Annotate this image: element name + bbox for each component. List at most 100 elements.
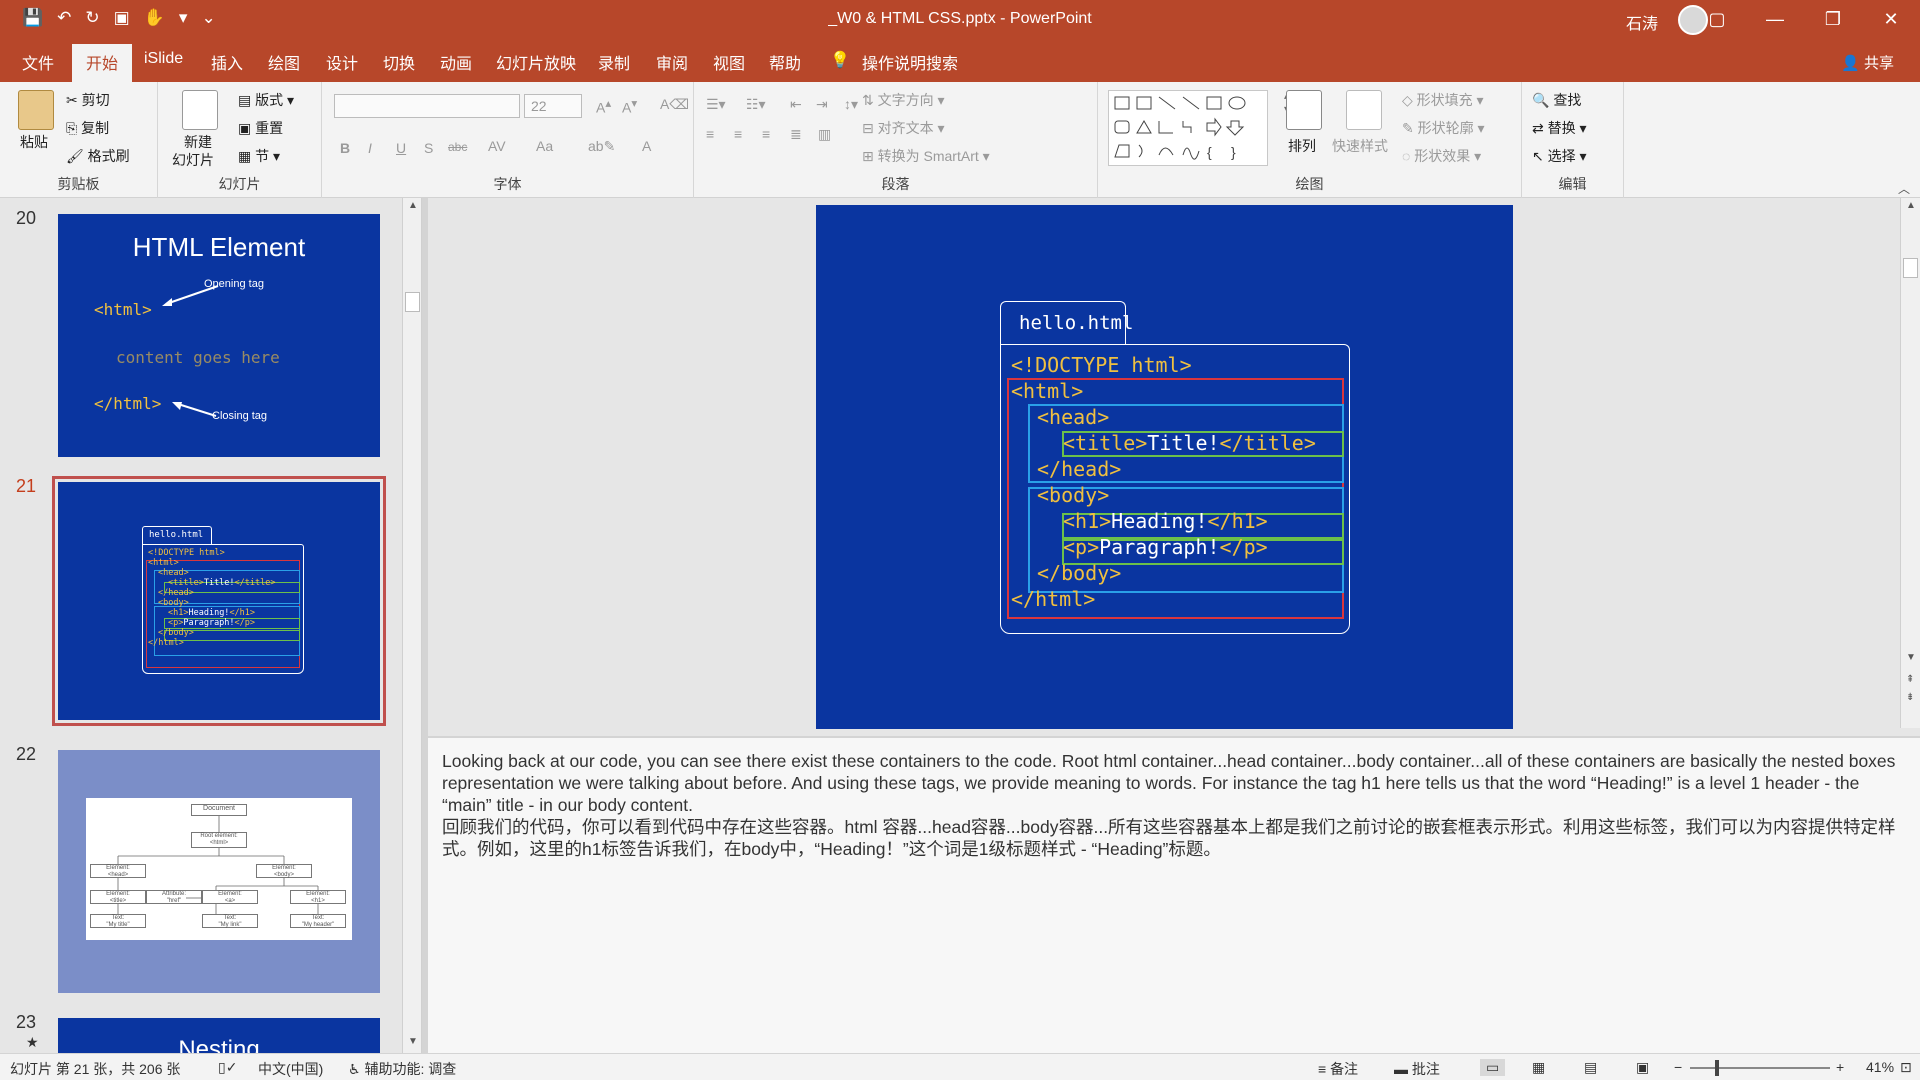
- scroll-thumb[interactable]: [1903, 258, 1918, 278]
- reading-view-icon[interactable]: ▤: [1584, 1059, 1597, 1076]
- notes-pane[interactable]: Looking back at our code, you can see th…: [428, 736, 1920, 1053]
- slide-thumbnail-22[interactable]: Document Root element: <html> Element: <he…: [58, 750, 380, 993]
- columns-icon[interactable]: ▥: [818, 126, 831, 143]
- bullets-icon[interactable]: ☰▾: [706, 96, 726, 113]
- next-slide-icon[interactable]: ⇟: [1906, 692, 1914, 703]
- find-button[interactable]: 🔍 查找: [1532, 90, 1581, 110]
- spelling-icon[interactable]: ▯✓: [218, 1059, 237, 1076]
- tab-review[interactable]: 审阅: [656, 50, 688, 74]
- tab-draw[interactable]: 绘图: [268, 50, 300, 74]
- thumbnail-scrollbar[interactable]: ▲ ▼: [402, 198, 422, 1053]
- align-right-icon[interactable]: ≡: [762, 126, 770, 142]
- align-text-button[interactable]: ⊟ 对齐文本 ▾: [862, 118, 945, 138]
- notes-button[interactable]: ≡ 备注: [1318, 1059, 1358, 1079]
- tab-islide[interactable]: iSlide: [144, 50, 183, 68]
- new-slide-button[interactable]: 新建: [184, 132, 212, 152]
- select-button[interactable]: ↖ 选择 ▾: [1532, 146, 1587, 166]
- tab-view[interactable]: 视图: [713, 50, 745, 74]
- previous-slide-icon[interactable]: ⇞: [1906, 674, 1914, 685]
- scroll-thumb[interactable]: [405, 292, 420, 312]
- arrange-icon[interactable]: [1286, 90, 1322, 130]
- paste-icon[interactable]: [18, 90, 54, 130]
- slide-thumbnail-21[interactable]: hello.html <!DOCTYPE html> <html> <head> <t…: [52, 476, 386, 726]
- tab-slideshow[interactable]: 幻灯片放映: [496, 50, 576, 74]
- zoom-slider-thumb[interactable]: [1715, 1060, 1719, 1076]
- strikethrough-button[interactable]: abc: [448, 140, 467, 154]
- section-button[interactable]: ▦ 节 ▾: [238, 146, 280, 166]
- tab-insert[interactable]: 插入: [211, 50, 243, 74]
- zoom-out-icon[interactable]: −: [1674, 1059, 1682, 1075]
- tab-animations[interactable]: 动画: [440, 50, 472, 74]
- main-slide[interactable]: hello.html <!DOCTYPE html> <html> <head> <t…: [816, 205, 1513, 729]
- user-name[interactable]: 石涛: [1626, 10, 1658, 34]
- new-slide-icon[interactable]: [182, 90, 218, 130]
- text-direction-button[interactable]: ⇅ 文字方向 ▾: [862, 90, 945, 110]
- share-button[interactable]: 👤 共享: [1841, 52, 1894, 73]
- scroll-up-icon[interactable]: ▲: [408, 200, 418, 211]
- tab-transitions[interactable]: 切换: [383, 50, 415, 74]
- quick-styles-icon[interactable]: [1346, 90, 1382, 130]
- underline-button[interactable]: U: [396, 140, 406, 156]
- align-center-icon[interactable]: ≡: [734, 126, 742, 142]
- lightbulb-icon[interactable]: 💡: [830, 50, 850, 70]
- zoom-slider[interactable]: [1690, 1067, 1830, 1069]
- slide-thumbnail-20[interactable]: HTML Element <html> Opening tag content …: [58, 214, 380, 457]
- font-size-box[interactable]: 22: [524, 94, 582, 118]
- normal-view-icon[interactable]: ▭: [1480, 1059, 1506, 1076]
- replace-button[interactable]: ⇄ 替换 ▾: [1532, 118, 1587, 138]
- close-button[interactable]: ✕: [1862, 0, 1920, 40]
- slide-sorter-icon[interactable]: ▦: [1532, 1059, 1545, 1076]
- change-case-button[interactable]: Aa: [536, 138, 553, 154]
- layout-button[interactable]: ▤ 版式 ▾: [238, 90, 294, 110]
- shrink-font-icon[interactable]: A▾: [622, 96, 637, 116]
- copy-button[interactable]: ⎘ 复制: [66, 118, 109, 138]
- language-indicator[interactable]: 中文(中国): [258, 1059, 323, 1079]
- decrease-indent-icon[interactable]: ⇤: [790, 96, 802, 113]
- tab-file[interactable]: 文件: [22, 50, 54, 74]
- shape-fill-button[interactable]: ◇ 形状填充 ▾: [1402, 90, 1484, 110]
- char-spacing-button[interactable]: AV: [488, 138, 506, 154]
- format-painter-button[interactable]: 🖌 格式刷: [66, 146, 130, 166]
- scroll-down-icon[interactable]: ▼: [408, 1036, 418, 1047]
- tab-record[interactable]: 录制: [598, 50, 630, 74]
- shadow-button[interactable]: S: [424, 140, 433, 156]
- scroll-up-icon[interactable]: ▲: [1906, 200, 1916, 211]
- increase-indent-icon[interactable]: ⇥: [816, 96, 828, 113]
- justify-icon[interactable]: ≣: [790, 126, 802, 143]
- line-spacing-icon[interactable]: ↕▾: [844, 96, 858, 113]
- tab-design[interactable]: 设计: [326, 50, 358, 74]
- scroll-down-icon[interactable]: ▼: [1906, 652, 1916, 663]
- shape-outline-button[interactable]: ✎ 形状轮廓 ▾: [1402, 118, 1485, 138]
- shape-effects-button[interactable]: ◌ 形状效果 ▾: [1402, 146, 1481, 166]
- smartart-button[interactable]: ⊞ 转换为 SmartArt ▾: [862, 146, 990, 166]
- slide-scrollbar[interactable]: ▲ ▼ ⇞ ⇟: [1900, 198, 1920, 728]
- font-family-box[interactable]: [334, 94, 520, 118]
- zoom-level[interactable]: 41%: [1866, 1059, 1894, 1075]
- tell-me-search[interactable]: 操作说明搜索: [862, 50, 958, 74]
- comments-button[interactable]: ▬ 批注: [1394, 1059, 1440, 1079]
- ribbon-display-icon[interactable]: ▢: [1688, 0, 1746, 40]
- zoom-in-icon[interactable]: +: [1836, 1059, 1844, 1075]
- accessibility-button[interactable]: ♿ 辅助功能: 调查: [348, 1059, 456, 1079]
- collapse-ribbon-icon[interactable]: ︿: [1898, 180, 1910, 197]
- grow-font-icon[interactable]: A▴: [596, 96, 611, 116]
- paste-button[interactable]: 粘贴: [20, 132, 48, 152]
- quick-styles-button[interactable]: 快速样式: [1332, 136, 1388, 156]
- reset-button[interactable]: ▣ 重置: [238, 118, 283, 138]
- align-left-icon[interactable]: ≡: [706, 126, 714, 142]
- italic-button[interactable]: I: [368, 140, 372, 156]
- numbering-icon[interactable]: ☷▾: [746, 96, 766, 113]
- notes-english[interactable]: Looking back at our code, you can see th…: [442, 750, 1906, 816]
- tab-home[interactable]: 开始: [72, 44, 133, 84]
- slide-thumbnail-23[interactable]: Nesting: [58, 1018, 380, 1053]
- restore-button[interactable]: ❐: [1804, 0, 1862, 40]
- bold-button[interactable]: B: [340, 140, 350, 156]
- new-slide-button-2[interactable]: 幻灯片: [172, 150, 214, 170]
- arrange-button[interactable]: 排列: [1288, 136, 1316, 156]
- font-color-button[interactable]: A: [642, 138, 651, 154]
- notes-chinese[interactable]: 回顾我们的代码，你可以看到代码中存在这些容器。html 容器...head容器.…: [442, 816, 1906, 860]
- tab-help[interactable]: 帮助: [769, 50, 801, 74]
- slideshow-icon[interactable]: ▣: [1636, 1059, 1649, 1076]
- clear-format-icon[interactable]: A⌫: [660, 96, 689, 113]
- highlight-icon[interactable]: ab✎: [588, 138, 615, 155]
